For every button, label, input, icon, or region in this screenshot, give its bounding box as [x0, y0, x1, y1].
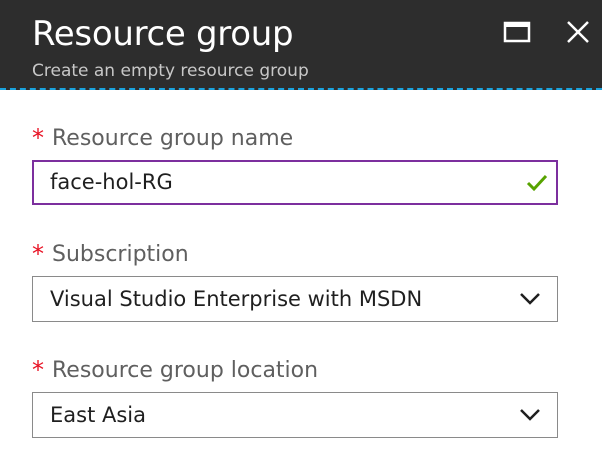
subscription-selected-value: Visual Studio Enterprise with MSDN	[50, 287, 423, 311]
maximize-icon	[503, 21, 531, 43]
location-dropdown[interactable]: East Asia	[32, 392, 558, 438]
resource-group-name-value[interactable]: face-hol-RG	[50, 162, 173, 203]
location-label: * Resource group location	[32, 355, 318, 385]
required-asterisk: *	[32, 240, 44, 268]
required-asterisk: *	[32, 124, 44, 152]
maximize-button[interactable]	[500, 14, 536, 50]
location-label-text: Resource group location	[52, 358, 319, 383]
blade-title: Resource group	[32, 14, 294, 54]
resource-group-name-input[interactable]: face-hol-RG	[32, 160, 558, 205]
location-selected-value: East Asia	[50, 403, 146, 427]
close-button[interactable]	[560, 14, 596, 50]
checkmark-icon	[526, 174, 548, 192]
subscription-dropdown[interactable]: Visual Studio Enterprise with MSDN	[32, 276, 558, 322]
close-icon	[567, 21, 589, 43]
blade-subtitle: Create an empty resource group	[32, 61, 309, 81]
required-asterisk: *	[32, 356, 44, 384]
subscription-label-text: Subscription	[52, 242, 189, 267]
resource-group-name-label: * Resource group name	[32, 123, 293, 153]
chevron-down-icon	[520, 293, 540, 305]
resource-group-blade: Resource group Create an empty resource …	[0, 0, 602, 455]
chevron-down-icon	[520, 409, 540, 421]
blade-header: Resource group Create an empty resource …	[0, 0, 602, 90]
resource-group-name-label-text: Resource group name	[52, 126, 294, 151]
subscription-label: * Subscription	[32, 239, 189, 269]
